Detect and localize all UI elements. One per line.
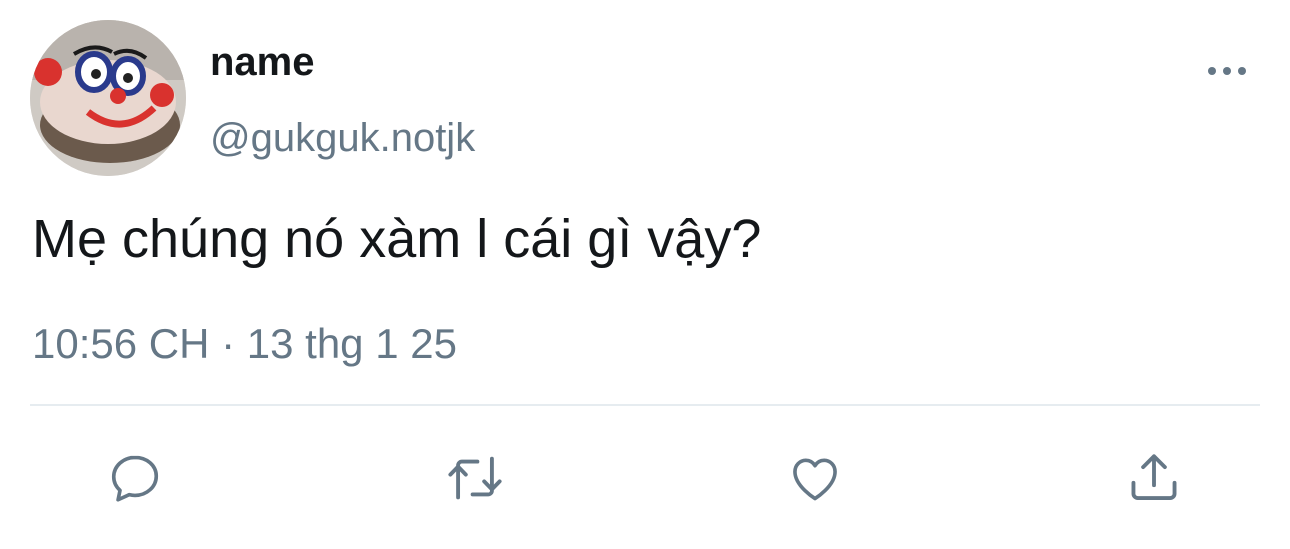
retweet-icon xyxy=(448,456,502,500)
clown-cake-image xyxy=(30,20,186,176)
like-button[interactable] xyxy=(783,446,847,510)
reply-icon xyxy=(111,455,159,502)
tweet-text: Mẹ chúng nó xàm l cái gì vậy? xyxy=(32,209,762,269)
handle[interactable]: @gukguk.notjk xyxy=(210,114,475,162)
tweet-card: name @gukguk.notjk Mẹ chúng nó xàm l cái… xyxy=(0,0,1290,549)
more-options-button[interactable] xyxy=(1200,55,1254,87)
display-name[interactable]: name xyxy=(210,38,315,86)
reply-button[interactable] xyxy=(103,446,167,510)
share-icon xyxy=(1131,454,1177,500)
heart-icon xyxy=(793,458,837,501)
retweet-button[interactable] xyxy=(443,446,507,510)
avatar[interactable] xyxy=(30,20,186,176)
timestamp[interactable]: 10:56 CH · 13 thg 1 25 xyxy=(32,318,457,370)
share-button[interactable] xyxy=(1122,446,1186,510)
more-options-icon xyxy=(1208,67,1246,75)
divider xyxy=(30,404,1260,406)
